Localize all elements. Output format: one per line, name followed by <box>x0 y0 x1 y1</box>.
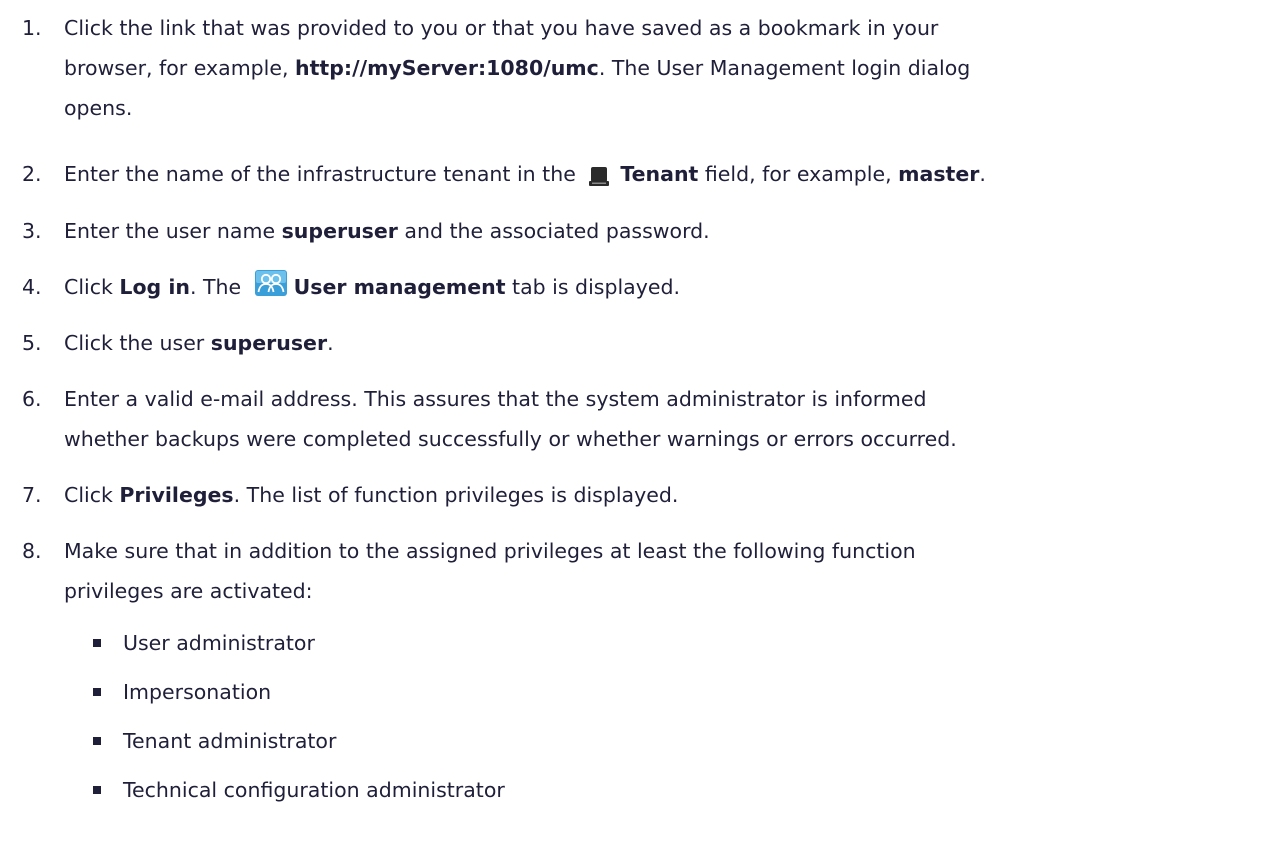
step-text-part: Click the user <box>64 331 211 355</box>
step-number: 6. <box>22 387 42 411</box>
square-bullet-icon <box>93 639 101 647</box>
step-text-part: Click <box>64 483 120 507</box>
step-line: opens. <box>64 96 133 120</box>
step-text-part: . The User Management login dialog <box>598 56 971 80</box>
step-text: Click the user superuser. <box>64 323 1279 363</box>
step-line: Make sure that in addition to the assign… <box>64 539 916 563</box>
tenant-example: master <box>898 162 980 186</box>
step-number: 8. <box>22 539 42 563</box>
step-text: Enter a valid e-mail address. This assur… <box>64 379 1279 459</box>
step-text: Click Privileges. The list of function p… <box>64 475 1279 515</box>
step-text-part: and the associated password. <box>397 219 710 243</box>
step-text: Make sure that in addition to the assign… <box>64 531 1279 611</box>
step-line: Click the link that was provided to you … <box>64 16 939 40</box>
step-text-part: Enter the user name <box>64 219 282 243</box>
step-line: browser, for example, http://myServer:10… <box>64 48 1279 88</box>
instruction-list: 1. Click the link that was provided to y… <box>0 0 1286 857</box>
privilege-name: Tenant administrator <box>123 729 337 753</box>
step-text-part: . The <box>189 275 248 299</box>
step-text-part: browser, for example, <box>64 56 296 80</box>
privilege-name: Impersonation <box>123 680 272 704</box>
step-text-part: Click <box>64 275 120 299</box>
square-bullet-icon <box>93 688 101 696</box>
step-text: Enter the name of the infrastructure ten… <box>64 154 1279 194</box>
square-bullet-icon <box>93 737 101 745</box>
tenant-icon <box>588 161 610 186</box>
user-management-tab-label: User management <box>293 275 506 299</box>
step-number: 7. <box>22 483 42 507</box>
step-text-part: . <box>327 331 334 355</box>
step-number: 2. <box>22 162 42 186</box>
step-line: whether backups were completed successfu… <box>64 427 957 451</box>
step-text: Click Log in. The User management tab is… <box>64 267 1279 307</box>
privileges-label: Privileges <box>119 483 234 507</box>
step-line: privileges are activated: <box>64 579 313 603</box>
step-text-part: field, for example, <box>698 162 899 186</box>
step-line: Enter a valid e-mail address. This assur… <box>64 387 927 411</box>
step-text-part: Enter the name of the infrastructure ten… <box>64 162 583 186</box>
step-text-part: . The list of function privileges is dis… <box>233 483 679 507</box>
step-number: 1. <box>22 16 42 40</box>
url-example: http://myServer:1080/umc <box>295 56 599 80</box>
step-text: Enter the user name superuser and the as… <box>64 211 1279 251</box>
privilege-name: User administrator <box>123 631 315 655</box>
step-text: Click the link that was provided to you … <box>64 8 1279 128</box>
step-text-part: . <box>979 162 986 186</box>
square-bullet-icon <box>93 786 101 794</box>
step-number: 5. <box>22 331 42 355</box>
step-number: 3. <box>22 219 42 243</box>
privilege-name: Technical configuration administrator <box>123 778 505 802</box>
username: superuser <box>281 219 398 243</box>
users-icon <box>254 269 288 297</box>
step-text-part: tab is displayed. <box>505 275 680 299</box>
tenant-label: Tenant <box>620 162 699 186</box>
step-number: 4. <box>22 275 42 299</box>
login-label: Log in <box>119 275 190 299</box>
username: superuser <box>210 331 328 355</box>
